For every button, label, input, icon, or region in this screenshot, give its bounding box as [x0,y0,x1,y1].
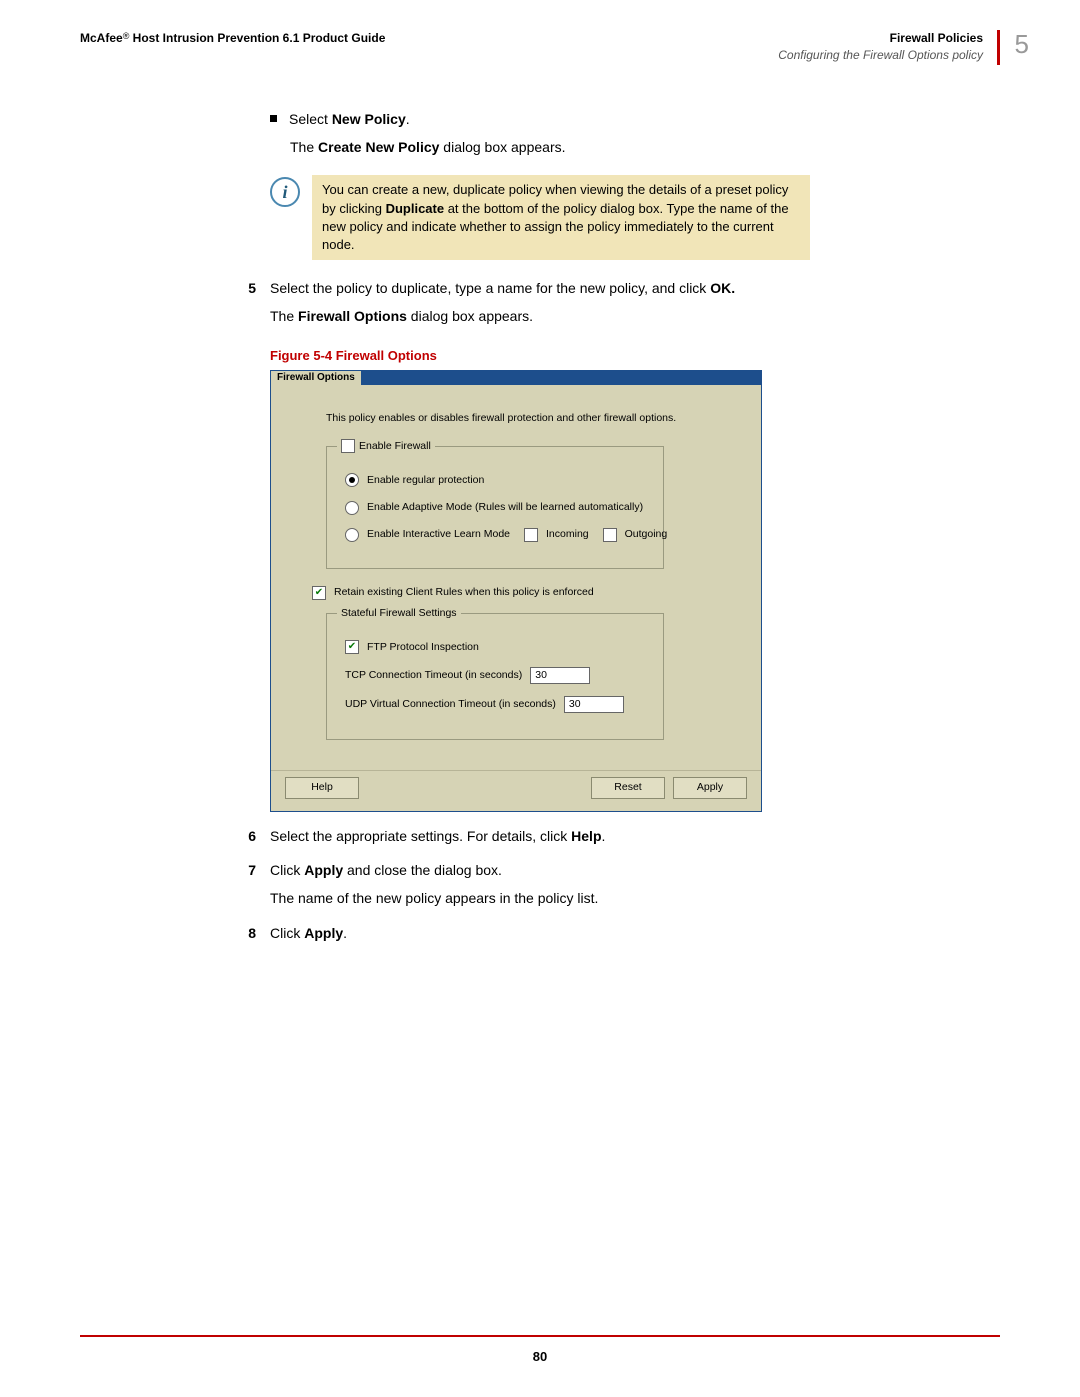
step6-post: . [602,828,606,844]
checkbox-retain-rules[interactable] [312,586,326,600]
chapter-number: 5 [1015,26,1029,64]
dialog-body: This policy enables or disables firewall… [271,385,761,770]
figure-caption: Figure 5-4 Firewall Options [270,347,1000,366]
checkbox-ftp-inspection[interactable] [345,640,359,654]
note-bold: Duplicate [386,201,445,216]
page-number: 80 [0,1348,1080,1367]
radio-adaptive-mode[interactable] [345,501,359,515]
radio-regular-protection[interactable] [345,473,359,487]
bullet-select-new-policy: Select New Policy. [270,109,1000,129]
step8-bold: Apply [304,925,343,941]
step5-follow-post: dialog box appears. [407,308,533,324]
dialog-button-bar: Help Reset Apply [271,770,761,811]
ftp-inspection-row: FTP Protocol Inspection [345,640,645,655]
step-5-follow: The Firewall Options dialog box appears. [270,306,1000,326]
tcp-timeout-label: TCP Connection Timeout (in seconds) [345,668,522,683]
page-body: Select New Policy. The Create New Policy… [270,109,1000,943]
brand-name: McAfee [80,31,123,45]
checkbox-incoming[interactable] [524,528,538,542]
tcp-timeout-row: TCP Connection Timeout (in seconds) 30 [345,667,645,684]
step-6: 6 Select the appropriate settings. For d… [270,826,1000,846]
bullet-follow: The Create New Policy dialog box appears… [290,137,1000,157]
group-enable-firewall-title: Enable Firewall [337,439,435,454]
bullet-prefix: Select [289,111,332,127]
radio-adaptive-mode-row: Enable Adaptive Mode (Rules will be lear… [345,500,645,515]
step-5-text: Select the policy to duplicate, type a n… [270,278,1000,298]
registered-icon: ® [123,31,130,41]
step-5-number: 5 [242,278,256,298]
step5-follow-bold: Firewall Options [298,308,407,324]
dialog-titlebar: Firewall Options [271,371,761,385]
apply-button[interactable]: Apply [673,777,747,799]
radio-interactive-learn[interactable] [345,528,359,542]
step8-pre: Click [270,925,304,941]
step-7: 7 Click Apply and close the dialog box. [270,860,1000,880]
checkbox-ftp-inspection-label: FTP Protocol Inspection [367,640,479,655]
radio-adaptive-mode-label: Enable Adaptive Mode (Rules will be lear… [367,500,643,515]
step5-pre: Select the policy to duplicate, type a n… [270,280,710,296]
help-button[interactable]: Help [285,777,359,799]
retain-rules-row: Retain existing Client Rules when this p… [312,585,723,600]
info-note-text: You can create a new, duplicate policy w… [312,175,810,260]
enable-firewall-checkbox[interactable] [341,439,355,453]
step-7-text: Click Apply and close the dialog box. [270,860,1000,880]
firewall-options-dialog: Firewall Options This policy enables or … [270,370,762,812]
step-7-number: 7 [242,860,256,880]
checkbox-outgoing-label: Outgoing [625,527,668,542]
step-7-follow: The name of the new policy appears in th… [270,888,1000,908]
page-header: McAfee® Host Intrusion Prevention 6.1 Pr… [80,30,1000,69]
step7-post: and close the dialog box. [343,862,502,878]
footer-rule [80,1335,1000,1337]
step5-follow-pre: The [270,308,298,324]
bullet-bold: New Policy [332,111,406,127]
bullet-follow-bold: Create New Policy [318,139,439,155]
button-spacer [359,777,591,799]
dialog-description: This policy enables or disables firewall… [326,411,723,426]
page: McAfee® Host Intrusion Prevention 6.1 Pr… [0,0,1080,1397]
checkbox-incoming-label: Incoming [546,527,589,542]
step5-bold: OK. [710,280,735,296]
step-6-number: 6 [242,826,256,846]
dialog-tab[interactable]: Firewall Options [271,371,362,385]
enable-firewall-label: Enable Firewall [359,439,431,454]
bullet-text: Select New Policy. [289,109,1000,129]
doc-title: Host Intrusion Prevention 6.1 Product Gu… [133,31,386,45]
bullet-suffix: . [406,111,410,127]
radio-regular-protection-label: Enable regular protection [367,473,484,488]
udp-timeout-input[interactable]: 30 [564,696,624,713]
radio-interactive-learn-label: Enable Interactive Learn Mode [367,527,510,542]
bullet-follow-post: dialog box appears. [439,139,565,155]
reset-button[interactable]: Reset [591,777,665,799]
bullet-follow-pre: The [290,139,318,155]
step7-pre: Click [270,862,304,878]
radio-regular-protection-row: Enable regular protection [345,473,645,488]
step6-bold: Help [571,828,601,844]
group-stateful-settings: Stateful Firewall Settings FTP Protocol … [326,613,664,740]
step-5: 5 Select the policy to duplicate, type a… [270,278,1000,298]
group-enable-firewall: Enable Firewall Enable regular protectio… [326,446,664,570]
step-8: 8 Click Apply. [270,923,1000,943]
checkbox-retain-rules-label: Retain existing Client Rules when this p… [334,585,594,600]
step6-pre: Select the appropriate settings. For det… [270,828,571,844]
udp-timeout-row: UDP Virtual Connection Timeout (in secon… [345,696,645,713]
square-bullet-icon [270,115,277,122]
section-subtitle: Configuring the Firewall Options policy [778,47,983,64]
step7-bold: Apply [304,862,343,878]
section-title: Firewall Policies [778,30,983,47]
radio-interactive-row: Enable Interactive Learn Mode Incoming O… [345,527,645,542]
info-icon: i [270,177,300,207]
udp-timeout-label: UDP Virtual Connection Timeout (in secon… [345,697,556,712]
step-8-number: 8 [242,923,256,943]
header-left: McAfee® Host Intrusion Prevention 6.1 Pr… [80,30,385,47]
step-6-text: Select the appropriate settings. For det… [270,826,1000,846]
step8-post: . [343,925,347,941]
tcp-timeout-input[interactable]: 30 [530,667,590,684]
step-8-text: Click Apply. [270,923,1000,943]
group-stateful-title: Stateful Firewall Settings [337,606,461,621]
info-note: i You can create a new, duplicate policy… [270,175,810,260]
checkbox-outgoing[interactable] [603,528,617,542]
group-stateful-title-text: Stateful Firewall Settings [341,606,457,621]
header-right: Firewall Policies Configuring the Firewa… [778,30,1000,65]
